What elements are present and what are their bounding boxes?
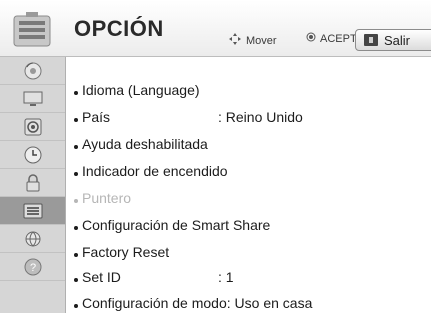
bullet (74, 145, 78, 149)
menu-item-label: Set ID (82, 269, 121, 285)
option-icon (23, 203, 42, 218)
menu-item-label: Idioma (Language) (82, 82, 200, 98)
menu-item-label: Configuración de modo: Uso en casa (82, 295, 313, 311)
option-menu-screen: OPCIÓN Mover ACEPTAR Salir ? Idioma (Lan… (0, 0, 431, 313)
sidebar-item-picture[interactable] (0, 57, 65, 85)
network-icon (25, 231, 40, 246)
lock-icon (26, 173, 39, 191)
menu-item-smart-share-settings[interactable]: Configuración de Smart Share (74, 213, 270, 237)
menu-item-label: Factory Reset (82, 244, 170, 260)
menu-item-disability-assistance[interactable]: Ayuda deshabilitada (74, 132, 208, 156)
option-list: Idioma (Language) País : Reino Unido Ayu… (66, 57, 431, 313)
menu-item-label: Puntero (82, 190, 132, 206)
menu-item-language[interactable]: Idioma (Language) (74, 78, 200, 102)
ok-button-icon (306, 32, 316, 45)
navigate-arrows-icon (228, 32, 242, 49)
menu-item-country[interactable]: País : Reino Unido (74, 105, 374, 129)
monitor-icon (23, 91, 42, 106)
bullet (74, 253, 78, 257)
sidebar-item-sound[interactable] (0, 113, 65, 141)
move-hint: Mover (228, 32, 277, 49)
bullet (74, 226, 78, 230)
exit-icon (364, 34, 378, 46)
menu-item-factory-reset[interactable]: Factory Reset (74, 240, 169, 264)
exit-button-label: Salir (384, 32, 411, 48)
menu-item-mode-setting[interactable]: Configuración de modo: Uso en casa (74, 291, 312, 313)
menu-item-label: País (82, 109, 111, 125)
menu-item-label: Configuración de Smart Share (82, 217, 271, 233)
page-title: OPCIÓN (74, 16, 164, 41)
bullet (74, 278, 78, 282)
bullet (74, 199, 78, 203)
bullet (74, 304, 78, 308)
option-category-icon (13, 12, 51, 47)
bullet (74, 172, 78, 176)
clock-icon (24, 146, 41, 163)
speaker-icon (24, 118, 41, 135)
menu-item-pointer: Puntero (74, 186, 131, 210)
disc-icon (24, 62, 41, 79)
sidebar-item-network[interactable] (0, 225, 65, 253)
menu-item-power-indicator[interactable]: Indicador de encendido (74, 159, 228, 183)
sidebar-item-screen[interactable] (0, 85, 65, 113)
category-sidebar: ? (0, 57, 66, 313)
sidebar-item-time[interactable] (0, 141, 65, 169)
move-hint-label: Mover (246, 34, 277, 47)
menu-item-label: Indicador de encendido (82, 163, 228, 179)
bullet (74, 118, 78, 122)
sidebar-item-option[interactable] (0, 197, 65, 225)
help-icon: ? (24, 258, 41, 275)
sidebar-item-support[interactable]: ? (0, 253, 65, 281)
menu-item-set-id[interactable]: Set ID : 1 (74, 265, 274, 289)
svg-text:?: ? (29, 262, 35, 274)
bullet (74, 91, 78, 95)
menu-header: OPCIÓN Mover ACEPTAR Salir (0, 0, 431, 57)
menu-item-label: Ayuda deshabilitada (82, 136, 208, 152)
menu-item-value: : Reino Unido (218, 109, 303, 125)
sidebar-item-lock[interactable] (0, 169, 65, 197)
exit-button[interactable]: Salir (355, 29, 431, 51)
menu-item-value: : 1 (218, 269, 234, 285)
